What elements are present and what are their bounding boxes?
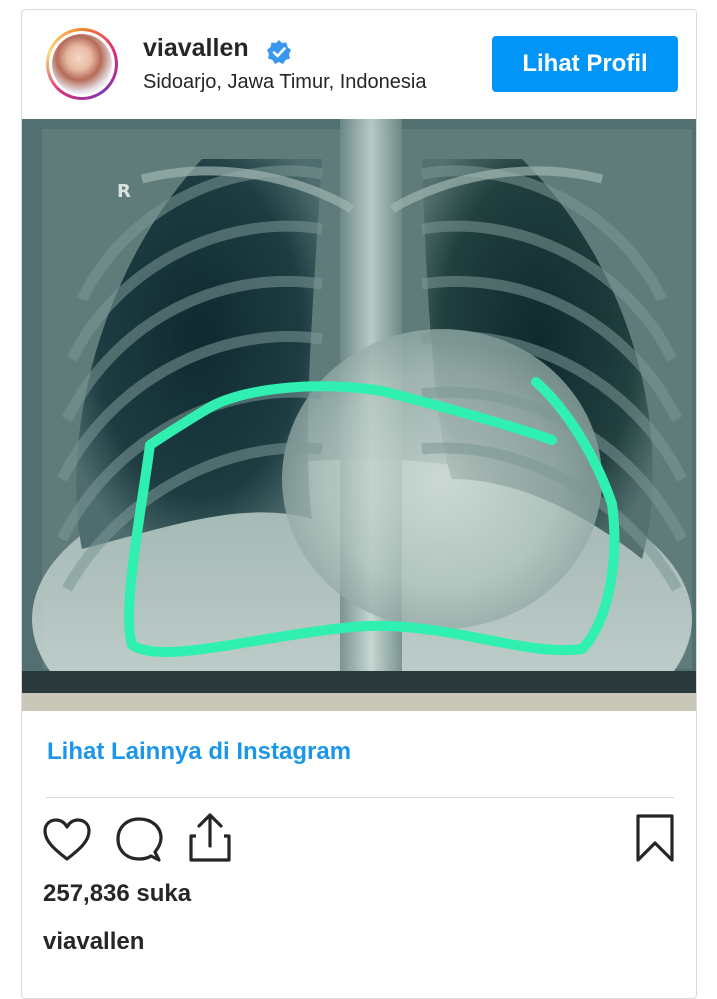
divider (46, 797, 674, 798)
see-more-on-instagram-link[interactable]: Lihat Lainnya di Instagram (47, 738, 351, 766)
post-location[interactable]: Sidoarjo, Jawa Timur, Indonesia (143, 71, 446, 94)
comment-bubble-icon[interactable] (115, 816, 163, 864)
instagram-embed-card: viavallen Sidoarjo, Jawa Timur, Indonesi… (21, 9, 697, 999)
caption-username[interactable]: viavallen (43, 928, 144, 956)
bookmark-icon[interactable] (635, 813, 675, 863)
verified-badge-icon (266, 39, 292, 65)
post-header: viavallen Sidoarjo, Jawa Timur, Indonesi… (22, 10, 696, 118)
film-side-marker: R (117, 181, 131, 202)
heart-icon[interactable] (42, 817, 92, 863)
post-image-xray[interactable]: R (22, 119, 697, 711)
username[interactable]: viavallen (143, 34, 249, 63)
xray-image: R (22, 119, 697, 711)
avatar-photo (52, 34, 112, 94)
view-profile-button[interactable]: Lihat Profil (492, 36, 678, 92)
likes-count[interactable]: 257,836 suka (43, 880, 191, 908)
avatar[interactable] (46, 28, 118, 100)
share-upload-icon[interactable] (187, 812, 233, 864)
